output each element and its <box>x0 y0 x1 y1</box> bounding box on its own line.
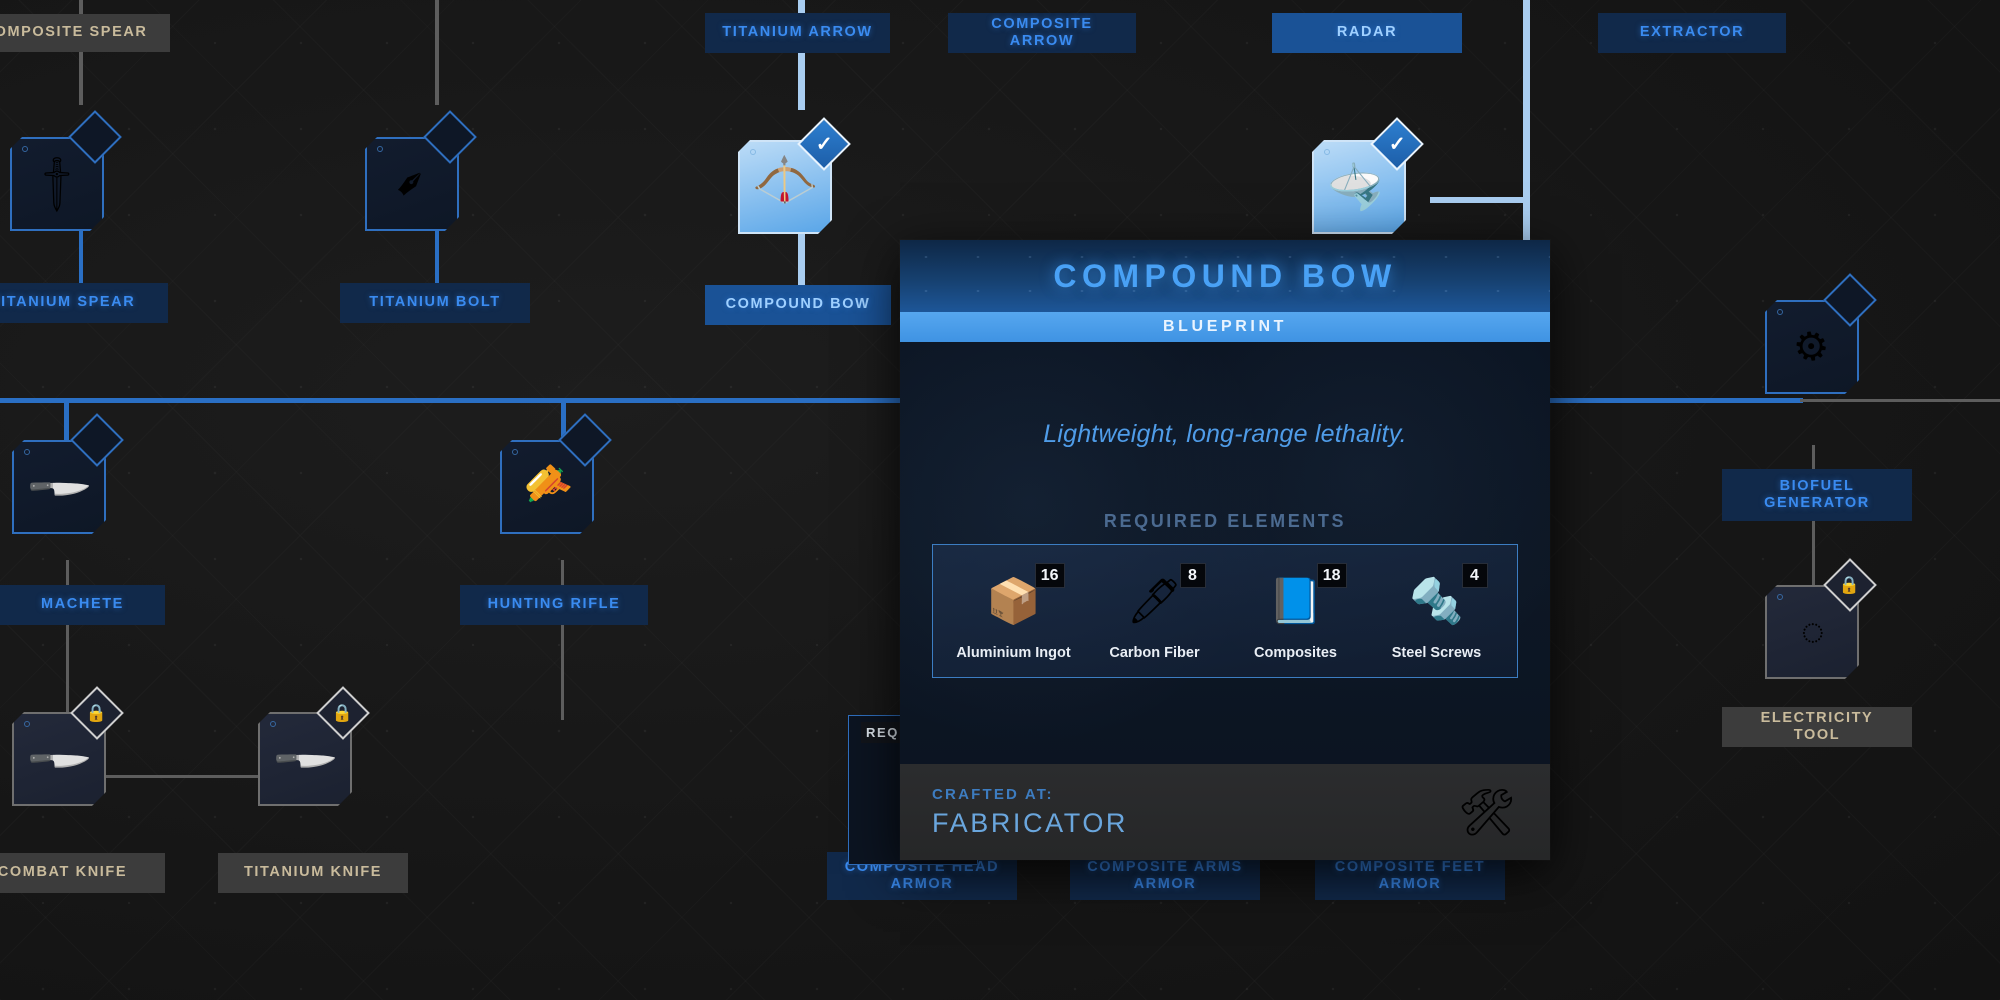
node-label-titanium-knife[interactable]: TITANIUM KNIFE <box>218 853 408 893</box>
node-label-radar[interactable]: RADAR <box>1272 13 1462 53</box>
tile-indicator-dot <box>1777 594 1783 600</box>
node-label-composite-arrow[interactable]: COMPOSITE ARROW <box>948 13 1136 53</box>
node-label-extractor[interactable]: EXTRACTOR <box>1598 13 1786 53</box>
tile-indicator-dot <box>24 449 30 455</box>
node-label-titanium-arrow[interactable]: TITANIUM ARROW <box>705 13 890 53</box>
lock-icon: 🔒 <box>332 703 354 723</box>
ingredient-art: 🔩 4 <box>1394 563 1488 637</box>
crafted-at-group: CRAFTED AT: FABRICATOR <box>932 786 1128 839</box>
check-icon: ✓ <box>815 132 833 155</box>
tile-indicator-dot <box>22 146 28 152</box>
tile-indicator-dot <box>750 149 756 155</box>
secondary-tooltip-title: REQ <box>861 722 904 743</box>
fabricator-icon: 🛠 <box>1457 786 1516 838</box>
panel-footer: CRAFTED AT: FABRICATOR 🛠 <box>900 764 1550 860</box>
horizontal-trunk <box>0 398 905 403</box>
electricity-tool-icon: ◌ <box>1788 608 1836 656</box>
ingredient-item[interactable]: 🔩 4 Steel Screws <box>1376 563 1498 661</box>
composites-icon: 📘 <box>1268 577 1323 626</box>
required-elements-title: REQUIRED ELEMENTS <box>1103 511 1347 531</box>
node-label-machete[interactable]: MACHETE <box>0 585 165 625</box>
panel-title: COMPOUND BOW <box>1053 257 1397 294</box>
crafted-at-value: FABRICATOR <box>932 807 1129 838</box>
combat-knife-icon: 🔪 <box>25 725 93 793</box>
required-elements-box: 📦 16 Aluminium Ingot 🖊 8 Carbon Fiber 📘 <box>932 544 1518 678</box>
hunting-rifle-icon: 🔫 <box>513 453 581 521</box>
node-label-biofuel-generator[interactable]: BIOFUEL GENERATOR <box>1722 469 1912 521</box>
ingredient-name: Composites <box>1254 645 1337 661</box>
tile-indicator-dot <box>1777 309 1783 315</box>
connector-line-active <box>1430 197 1530 203</box>
steel-screws-icon: 🔩 <box>1409 577 1464 626</box>
node-label-composite-spear[interactable]: COMPOSITE SPEAR <box>0 14 170 52</box>
ingredient-quantity: 8 <box>1179 563 1206 588</box>
connector-line <box>435 0 439 105</box>
ingredient-name: Carbon Fiber <box>1109 645 1200 661</box>
aluminium-ingot-icon: 📦 <box>986 577 1041 626</box>
tile-indicator-dot <box>377 146 383 152</box>
tile-indicator-dot <box>1324 149 1330 155</box>
ingredient-art: 🖊 8 <box>1112 563 1206 637</box>
titanium-bolt-icon: ✒ <box>384 156 440 212</box>
node-label-electricity-tool[interactable]: ELECTRICITY TOOL <box>1722 707 1912 747</box>
tile-indicator-dot <box>512 449 518 455</box>
lock-icon: 🔒 <box>86 703 108 723</box>
machete-icon: 🔪 <box>25 453 93 521</box>
horizontal-trunk <box>1800 399 2000 402</box>
ingredient-item[interactable]: 📦 16 Aluminium Ingot <box>953 563 1075 661</box>
tech-tree-screen: COMPOSITE SPEAR TITANIUM ARROW COMPOSITE… <box>0 0 2000 1000</box>
ingredient-art: 📘 18 <box>1253 563 1347 637</box>
blueprint-detail-panel: COMPOUND BOW BLUEPRINT Lightweight, long… <box>900 240 1550 860</box>
node-label-titanium-bolt[interactable]: TITANIUM BOLT <box>340 283 530 323</box>
panel-header: COMPOUND BOW <box>900 240 1550 312</box>
tile-indicator-dot <box>24 721 30 727</box>
node-label-hunting-rifle[interactable]: HUNTING RIFLE <box>460 585 648 625</box>
node-label-compound-bow[interactable]: COMPOUND BOW <box>705 285 891 325</box>
node-label-combat-knife[interactable]: COMBAT KNIFE <box>0 853 165 893</box>
crafted-at-label: CRAFTED AT: <box>932 785 1054 803</box>
titanium-knife-icon: 🔪 <box>271 725 339 793</box>
carbon-fiber-icon: 🖊 <box>1126 577 1183 626</box>
panel-body: Lightweight, long-range lethality. REQUI… <box>900 342 1550 764</box>
ingredient-art: 📦 16 <box>971 563 1065 637</box>
compound-bow-icon: 🏹 <box>751 153 819 221</box>
check-icon: ✓ <box>1388 132 1406 155</box>
ingredient-item[interactable]: 📘 18 Composites <box>1235 563 1357 661</box>
blueprint-description: Lightweight, long-range lethality. <box>1043 420 1407 448</box>
horizontal-trunk <box>1548 398 1803 403</box>
ingredient-quantity: 18 <box>1316 563 1347 588</box>
ingredient-quantity: 4 <box>1461 563 1488 588</box>
blueprint-subtitle-bar: BLUEPRINT <box>900 312 1550 342</box>
ingredient-name: Steel Screws <box>1391 645 1482 661</box>
titanium-spear-icon: 🗡 <box>23 150 91 218</box>
connector-line <box>561 560 564 720</box>
node-label-titanium-spear[interactable]: TITANIUM SPEAR <box>0 283 168 323</box>
biofuel-generator-icon: ⚙ <box>1783 318 1841 376</box>
radar-icon: 📡 <box>1325 153 1393 221</box>
blueprint-subtitle: BLUEPRINT <box>1163 318 1287 335</box>
ingredient-item[interactable]: 🖊 8 Carbon Fiber <box>1094 563 1216 661</box>
tile-indicator-dot <box>270 721 276 727</box>
lock-icon: 🔒 <box>1839 575 1861 595</box>
ingredient-quantity: 16 <box>1034 563 1065 588</box>
ingredient-name: Aluminium Ingot <box>956 645 1071 661</box>
